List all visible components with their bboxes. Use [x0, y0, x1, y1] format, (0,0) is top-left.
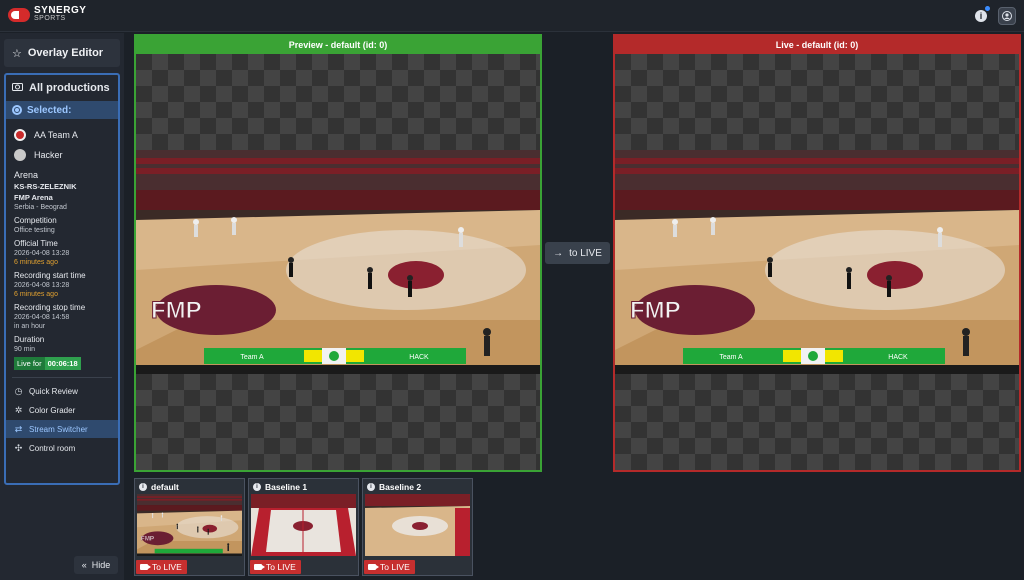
brand-sub: SPORTS — [34, 15, 66, 22]
video-camera-icon — [140, 564, 151, 570]
preview-pane: Preview - default (id: 0) Team A HACK — [134, 34, 542, 472]
selected-label: Selected: — [27, 104, 72, 116]
scoreboard-team-left: Team A — [719, 354, 743, 361]
rec-start-label: Recording start time — [14, 271, 86, 280]
arena-location: Serbia - Beograd — [14, 204, 67, 211]
rec-stop-relative: in an hour — [14, 323, 46, 330]
team-item: AA Team A — [6, 125, 118, 145]
scoreboard-team-left: Team A — [240, 354, 264, 361]
hacker-logo — [14, 149, 26, 161]
source-thumbnail[interactable] — [251, 494, 356, 556]
info-icon[interactable]: i — [972, 6, 990, 25]
menu-label: Control room — [29, 443, 76, 453]
to-live-source-label: To LIVE — [380, 562, 410, 572]
team-b-name: Hacker — [34, 150, 63, 160]
live-for-label: Live for — [14, 357, 45, 370]
official-time-label: Official Time — [14, 239, 58, 248]
source-card-default[interactable]: i default To LIVE — [134, 478, 245, 576]
live-canvas: Team A HACK — [615, 54, 1019, 470]
competition-value: Office testing — [14, 227, 55, 234]
menu-control-room[interactable]: ✣ Control room — [6, 439, 118, 457]
info-icon[interactable]: i — [253, 482, 261, 491]
switch-icon: ⇄ — [14, 423, 23, 434]
productions-panel: All productions Selected: AA Team A Hack… — [4, 73, 120, 485]
source-card-baseline-1[interactable]: i Baseline 1 To LIVE — [248, 478, 359, 576]
logo-icon — [8, 6, 30, 24]
gear-icon: ✲ — [14, 404, 23, 415]
menu-label: Stream Switcher — [29, 424, 88, 434]
menu-stream-switcher[interactable]: ⇄ Stream Switcher — [6, 420, 118, 438]
live-title: Live - default (id: 0) — [615, 36, 1019, 54]
source-strip: i default To LIVE i Baseline 1 To LIVE i… — [126, 474, 1024, 580]
source-card-baseline-2[interactable]: i Baseline 2 To LIVE — [362, 478, 473, 576]
scoreboard-team-right: HACK — [409, 354, 429, 361]
live-for-value: 00:06:18 — [44, 357, 81, 370]
star-icon: ☆ — [12, 47, 22, 60]
official-time-relative: 6 minutes ago — [14, 259, 58, 266]
preview-canvas: Team A HACK — [136, 54, 540, 470]
menu-label: Quick Review — [29, 386, 78, 396]
info-icon[interactable]: i — [367, 482, 375, 491]
source-name: default — [151, 481, 179, 492]
top-bar: SYNERGY SPORTS i — [0, 0, 1024, 32]
team-a-logo — [14, 129, 26, 141]
info-icon[interactable]: i — [139, 482, 147, 491]
arrow-right-icon: → — [553, 247, 564, 259]
rec-stop-value: 2026-04-08 14:58 — [14, 314, 70, 321]
sidebar: ☆ Overlay Editor All productions Selecte… — [0, 33, 124, 580]
rec-stop-label: Recording stop time — [14, 303, 86, 312]
team-a-name: AA Team A — [34, 130, 78, 140]
preview-video: Team A HACK — [136, 150, 540, 374]
to-live-button[interactable]: → to LIVE — [545, 242, 610, 264]
competition-label: Competition — [14, 216, 57, 225]
live-for-badge: Live for 00:06:18 — [14, 357, 81, 370]
to-live-source-button[interactable]: To LIVE — [364, 560, 415, 574]
divider — [12, 377, 112, 378]
team-item: Hacker — [6, 145, 118, 165]
all-productions-link[interactable]: All productions — [6, 75, 118, 101]
arena-label: Arena — [14, 170, 39, 180]
duration-label: Duration — [14, 335, 45, 344]
arena-code: KS-RS-ZELEZNIK — [14, 182, 77, 191]
double-chevron-left-icon: « — [81, 560, 87, 570]
clock-icon: ◷ — [14, 385, 23, 396]
selected-header: Selected: — [6, 101, 118, 119]
overlay-editor-button[interactable]: ☆ Overlay Editor — [4, 39, 120, 67]
rec-start-value: 2026-04-08 13:28 — [14, 282, 70, 289]
to-live-source-label: To LIVE — [152, 562, 182, 572]
live-pane: Live - default (id: 0) Team A HACK — [613, 34, 1021, 472]
to-live-source-button[interactable]: To LIVE — [136, 560, 187, 574]
video-camera-icon — [368, 564, 379, 570]
source-name: Baseline 2 — [379, 481, 422, 492]
brand-name: SYNERGY — [34, 5, 87, 16]
all-productions-label: All productions — [29, 82, 110, 94]
menu-quick-review[interactable]: ◷ Quick Review — [6, 382, 118, 400]
brand-logo[interactable]: SYNERGY SPORTS — [8, 6, 86, 24]
network-icon: ✣ — [14, 442, 23, 453]
notification-dot — [985, 6, 990, 11]
arena-name: FMP Arena — [14, 193, 53, 202]
source-name: Baseline 1 — [265, 481, 308, 492]
duration-value: 90 min — [14, 346, 36, 353]
to-live-label: to LIVE — [569, 247, 602, 259]
official-time-value: 2026-04-08 13:28 — [14, 250, 70, 257]
hide-label: Hide — [91, 560, 111, 570]
source-thumbnail[interactable] — [137, 494, 242, 556]
rec-start-relative: 6 minutes ago — [14, 291, 58, 298]
source-thumbnail[interactable] — [365, 494, 470, 556]
target-icon — [12, 105, 22, 115]
live-video: Team A HACK — [615, 150, 1019, 374]
to-live-source-label: To LIVE — [266, 562, 296, 572]
preview-title: Preview - default (id: 0) — [136, 36, 540, 54]
scoreboard-team-right: HACK — [888, 354, 908, 361]
overlay-editor-label: Overlay Editor — [27, 47, 104, 59]
menu-label: Color Grader — [29, 405, 76, 415]
menu-color-grader[interactable]: ✲ Color Grader — [6, 401, 118, 419]
camera-icon — [12, 82, 23, 94]
production-details: Arena KS-RS-ZELEZNIK FMP Arena Serbia - … — [6, 170, 118, 371]
hide-sidebar-button[interactable]: « Hide — [74, 556, 118, 574]
to-live-source-button[interactable]: To LIVE — [250, 560, 301, 574]
user-icon[interactable] — [998, 7, 1016, 25]
video-camera-icon — [254, 564, 265, 570]
